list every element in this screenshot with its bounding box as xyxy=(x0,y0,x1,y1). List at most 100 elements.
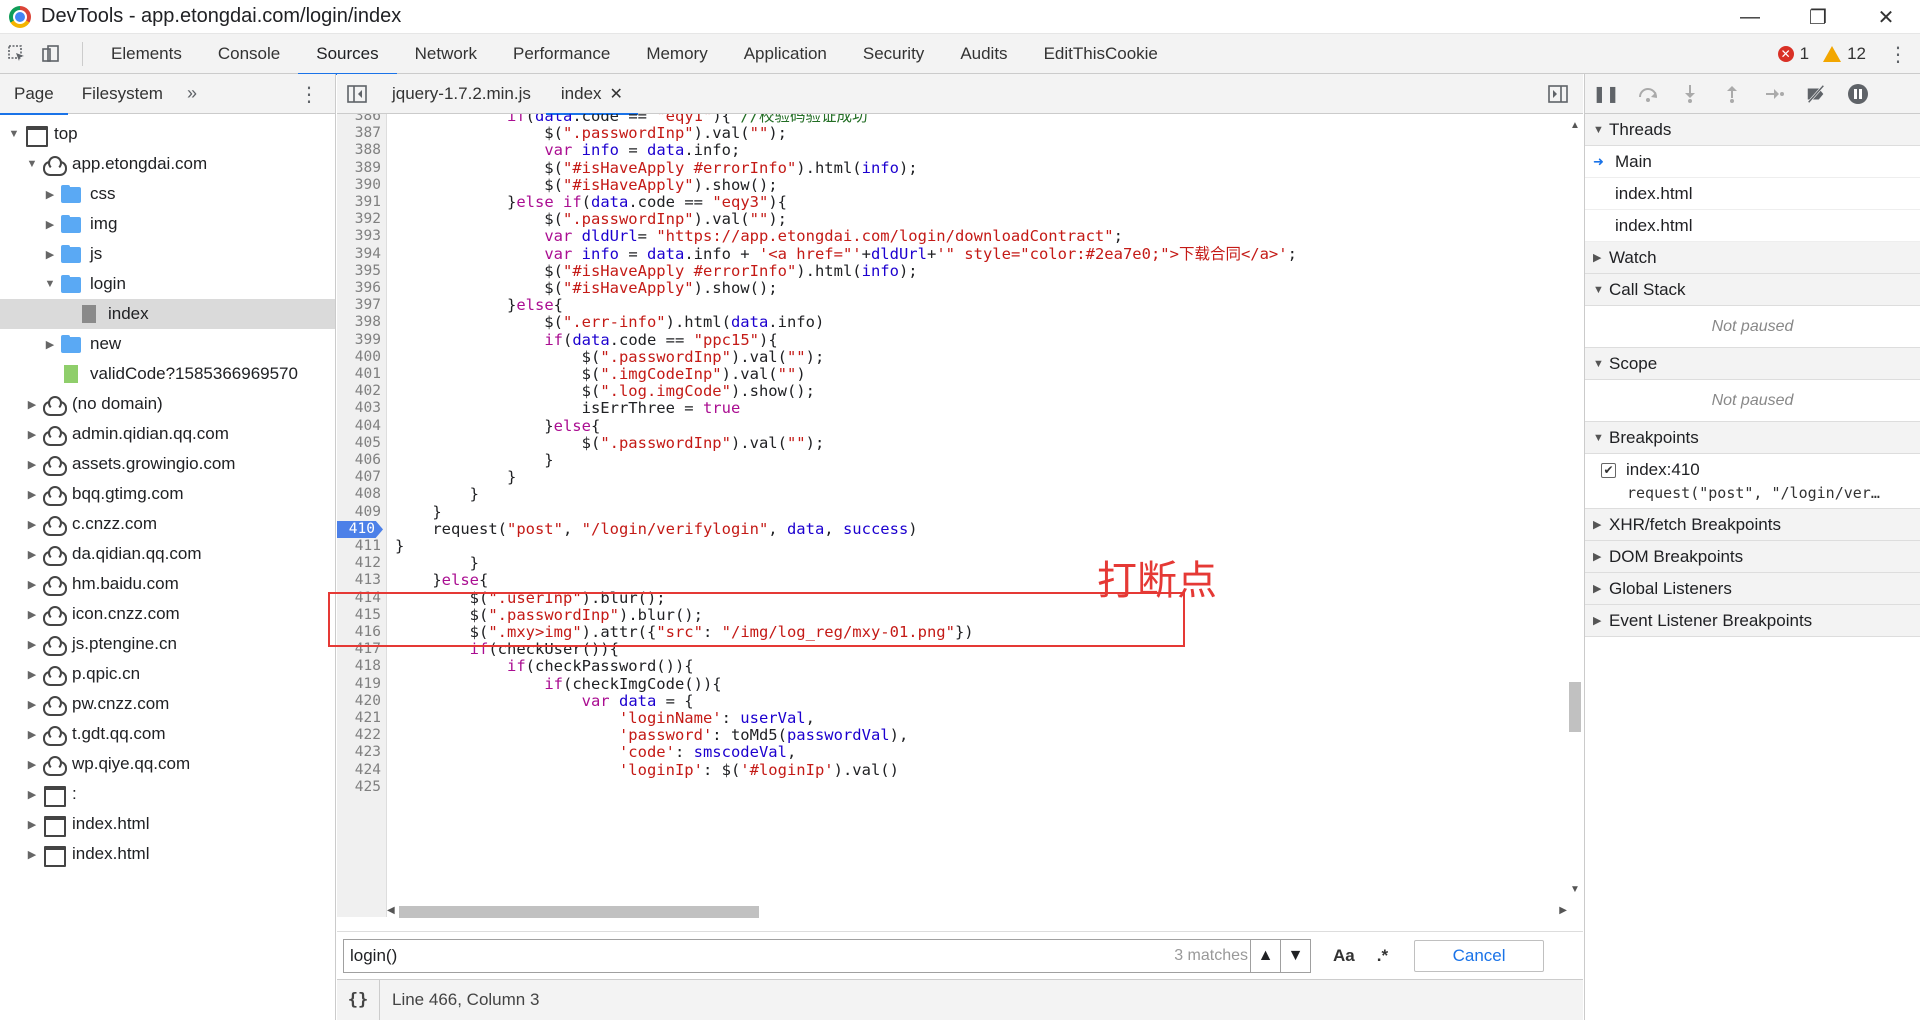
watch-section-header[interactable]: ▶ Watch xyxy=(1585,242,1920,274)
tree-item[interactable]: ▼ top xyxy=(0,119,335,149)
line-number[interactable]: 424 xyxy=(337,762,381,779)
line-number[interactable]: 392 xyxy=(337,211,381,228)
line-number[interactable]: 425 xyxy=(337,779,381,796)
breakpoint-item[interactable]: ✔ index:410 request("post", "/login/ver… xyxy=(1585,454,1920,509)
line-number[interactable]: 409 xyxy=(337,504,381,521)
tree-item[interactable]: ▶ (no domain) xyxy=(0,389,335,419)
horizontal-scrollbar[interactable]: ◀ ▶ xyxy=(387,903,1567,919)
tab-performance[interactable]: Performance xyxy=(495,34,628,74)
line-number[interactable]: 418 xyxy=(337,658,381,675)
tree-item[interactable]: ▶ icon.cnzz.com xyxy=(0,599,335,629)
section-header-xhr-fetch-breakpoints[interactable]: ▶ XHR/fetch Breakpoints xyxy=(1585,509,1920,541)
tree-item[interactable]: ▶ wp.qiye.qq.com xyxy=(0,749,335,779)
line-number[interactable]: 386 xyxy=(337,114,381,125)
tree-item[interactable]: ▶ c.cnzz.com xyxy=(0,509,335,539)
search-input[interactable] xyxy=(344,945,1144,966)
collapsed-arrow-icon[interactable]: ▶ xyxy=(44,248,56,261)
step-out-icon[interactable] xyxy=(1721,83,1743,105)
toggle-navigator-icon[interactable] xyxy=(337,74,377,114)
collapsed-arrow-icon[interactable]: ▶ xyxy=(26,698,38,711)
restore-button[interactable]: ❐ xyxy=(1784,0,1852,34)
line-number[interactable]: 398 xyxy=(337,314,381,331)
tree-item[interactable]: ▶ bqq.gtimg.com xyxy=(0,479,335,509)
close-tab-icon[interactable]: ✕ xyxy=(610,84,623,104)
thread-item[interactable]: ➜ Main xyxy=(1585,146,1920,178)
tab-sources[interactable]: Sources xyxy=(298,34,398,75)
line-number[interactable]: 423 xyxy=(337,744,381,761)
section-header-global-listeners[interactable]: ▶ Global Listeners xyxy=(1585,573,1920,605)
tab-network[interactable]: Network xyxy=(397,34,495,74)
more-tabs-icon[interactable]: » xyxy=(177,83,207,104)
collapsed-arrow-icon[interactable]: ▶ xyxy=(26,608,38,621)
expanded-arrow-icon[interactable]: ▼ xyxy=(26,158,38,170)
collapsed-arrow-icon[interactable]: ▶ xyxy=(26,458,38,471)
device-toolbar-icon[interactable] xyxy=(34,34,68,74)
section-header-event-listener-breakpoints[interactable]: ▶ Event Listener Breakpoints xyxy=(1585,605,1920,637)
line-number[interactable]: 404 xyxy=(337,418,381,435)
tab-audits[interactable]: Audits xyxy=(942,34,1025,74)
threads-section-header[interactable]: ▼ Threads xyxy=(1585,114,1920,146)
tree-item[interactable]: ▶ da.qidian.qq.com xyxy=(0,539,335,569)
customize-menu-icon[interactable]: ⋮ xyxy=(1888,34,1908,74)
scroll-left-icon[interactable]: ◀ xyxy=(387,905,395,916)
tree-item[interactable]: validCode?1585366969570 xyxy=(0,359,335,389)
line-number[interactable]: 406 xyxy=(337,452,381,469)
line-number[interactable]: 421 xyxy=(337,710,381,727)
tab-page[interactable]: Page xyxy=(0,74,68,115)
collapsed-arrow-icon[interactable]: ▶ xyxy=(26,728,38,741)
line-number[interactable]: 413 xyxy=(337,572,381,589)
collapsed-arrow-icon[interactable]: ▶ xyxy=(26,428,38,441)
expanded-arrow-icon[interactable]: ▼ xyxy=(8,128,20,140)
line-number[interactable]: 420 xyxy=(337,693,381,710)
line-number[interactable]: 394 xyxy=(337,246,381,263)
search-prev-button[interactable]: ▲ xyxy=(1250,939,1280,972)
collapsed-arrow-icon[interactable]: ▶ xyxy=(26,518,38,531)
tab-security[interactable]: Security xyxy=(845,34,942,74)
tree-item[interactable]: ▶ new xyxy=(0,329,335,359)
scroll-right-icon[interactable]: ▶ xyxy=(1559,905,1567,916)
deactivate-breakpoints-icon[interactable] xyxy=(1805,83,1827,105)
search-next-button[interactable]: ▼ xyxy=(1280,939,1310,972)
line-number[interactable]: 389 xyxy=(337,160,381,177)
line-number[interactable]: 403 xyxy=(337,400,381,417)
collapsed-arrow-icon[interactable]: ▶ xyxy=(26,758,38,771)
collapsed-arrow-icon[interactable]: ▶ xyxy=(26,638,38,651)
line-number[interactable]: 387 xyxy=(337,125,381,142)
collapsed-arrow-icon[interactable]: ▶ xyxy=(26,488,38,501)
line-number[interactable]: 407 xyxy=(337,469,381,486)
tab-elements[interactable]: Elements xyxy=(93,34,200,74)
tree-item[interactable]: ▼ login xyxy=(0,269,335,299)
editor-tab-index[interactable]: index ✕ xyxy=(545,74,638,115)
line-number[interactable]: 393 xyxy=(337,228,381,245)
horizontal-scroll-thumb[interactable] xyxy=(399,906,759,918)
collapsed-arrow-icon[interactable]: ▶ xyxy=(26,848,38,861)
tab-memory[interactable]: Memory xyxy=(628,34,725,74)
section-header-dom-breakpoints[interactable]: ▶ DOM Breakpoints xyxy=(1585,541,1920,573)
collapsed-arrow-icon[interactable]: ▶ xyxy=(26,788,38,801)
tree-item[interactable]: ▶: xyxy=(0,779,335,809)
collapsed-arrow-icon[interactable]: ▶ xyxy=(26,818,38,831)
scope-section-header[interactable]: ▼ Scope xyxy=(1585,348,1920,380)
pause-icon[interactable]: ❚❚ xyxy=(1593,83,1620,105)
line-number[interactable]: 422 xyxy=(337,727,381,744)
line-number[interactable]: 397 xyxy=(337,297,381,314)
tab-editthiscookie[interactable]: EditThisCookie xyxy=(1026,34,1176,74)
tree-item[interactable]: ▶ index.html xyxy=(0,839,335,869)
minimize-button[interactable]: — xyxy=(1716,0,1784,34)
editor-tab-jquery[interactable]: jquery-1.7.2.min.js xyxy=(377,74,546,114)
line-number[interactable]: 411 xyxy=(337,538,381,555)
line-number[interactable]: 412 xyxy=(337,555,381,572)
line-number[interactable]: 400 xyxy=(337,349,381,366)
scroll-down-icon[interactable]: ▼ xyxy=(1570,884,1580,895)
tree-item[interactable]: ▶ img xyxy=(0,209,335,239)
collapsed-arrow-icon[interactable]: ▶ xyxy=(26,398,38,411)
breakpoint-line-number[interactable]: 410 xyxy=(337,520,383,538)
line-number[interactable]: 396 xyxy=(337,280,381,297)
code-view[interactable]: 386 if(data.code == "eqy1"){ //校验码验证成功 38… xyxy=(337,114,1567,917)
collapsed-arrow-icon[interactable]: ▶ xyxy=(44,338,56,351)
toggle-debugger-icon[interactable] xyxy=(1543,74,1573,114)
thread-item[interactable]: index.html xyxy=(1585,178,1920,210)
collapsed-arrow-icon[interactable]: ▶ xyxy=(44,218,56,231)
tree-item[interactable]: ▶ p.qpic.cn xyxy=(0,659,335,689)
breakpoints-section-header[interactable]: ▼ Breakpoints xyxy=(1585,422,1920,454)
